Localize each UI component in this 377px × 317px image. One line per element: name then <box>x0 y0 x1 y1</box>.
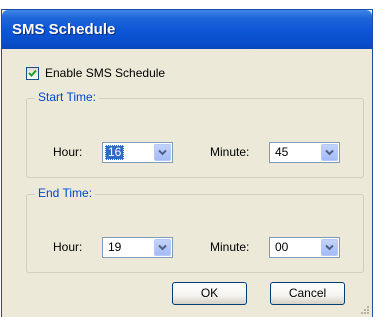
sms-schedule-dialog: SMS Schedule Enable SMS Schedule Start T… <box>1 9 373 317</box>
start-minute-label: Minute: <box>210 145 250 159</box>
start-time-legend: Start Time: <box>35 90 100 104</box>
end-hour-dropdown-button[interactable] <box>154 239 171 256</box>
end-minute-dropdown-button[interactable] <box>321 239 338 256</box>
check-icon <box>28 69 37 77</box>
end-time-legend: End Time: <box>35 186 96 200</box>
end-hour-value: 19 <box>108 240 122 254</box>
resize-grip-icon[interactable] <box>360 305 370 315</box>
start-minute-dropdown-button[interactable] <box>321 144 338 161</box>
ok-button[interactable]: OK <box>172 282 247 305</box>
start-hour-label: Hour: <box>53 145 83 159</box>
enable-sms-schedule-checkbox[interactable] <box>26 66 39 80</box>
end-hour-select[interactable]: 19 <box>102 237 173 258</box>
chevron-down-icon <box>158 244 167 251</box>
enable-sms-schedule-row[interactable]: Enable SMS Schedule <box>26 66 165 80</box>
chevron-down-icon <box>325 244 334 251</box>
start-hour-dropdown-button[interactable] <box>154 144 171 161</box>
enable-sms-schedule-label[interactable]: Enable SMS Schedule <box>45 66 165 80</box>
cancel-button[interactable]: Cancel <box>270 282 345 305</box>
end-hour-label: Hour: <box>53 240 83 254</box>
chevron-down-icon <box>158 149 167 156</box>
start-hour-select[interactable]: 16 <box>102 142 173 163</box>
window-title: SMS Schedule <box>12 21 116 38</box>
title-bar[interactable]: SMS Schedule <box>2 10 372 49</box>
chevron-down-icon <box>325 149 334 156</box>
end-time-group: End Time: Hour: 19 Minute: 00 <box>26 186 364 273</box>
start-time-group: Start Time: Hour: 16 Minute: 45 <box>26 90 364 178</box>
end-minute-value: 00 <box>275 240 289 254</box>
start-hour-value: 16 <box>105 145 125 160</box>
start-minute-value: 45 <box>275 145 289 159</box>
start-minute-select[interactable]: 45 <box>269 142 340 163</box>
end-minute-select[interactable]: 00 <box>269 237 340 258</box>
end-minute-label: Minute: <box>210 240 250 254</box>
